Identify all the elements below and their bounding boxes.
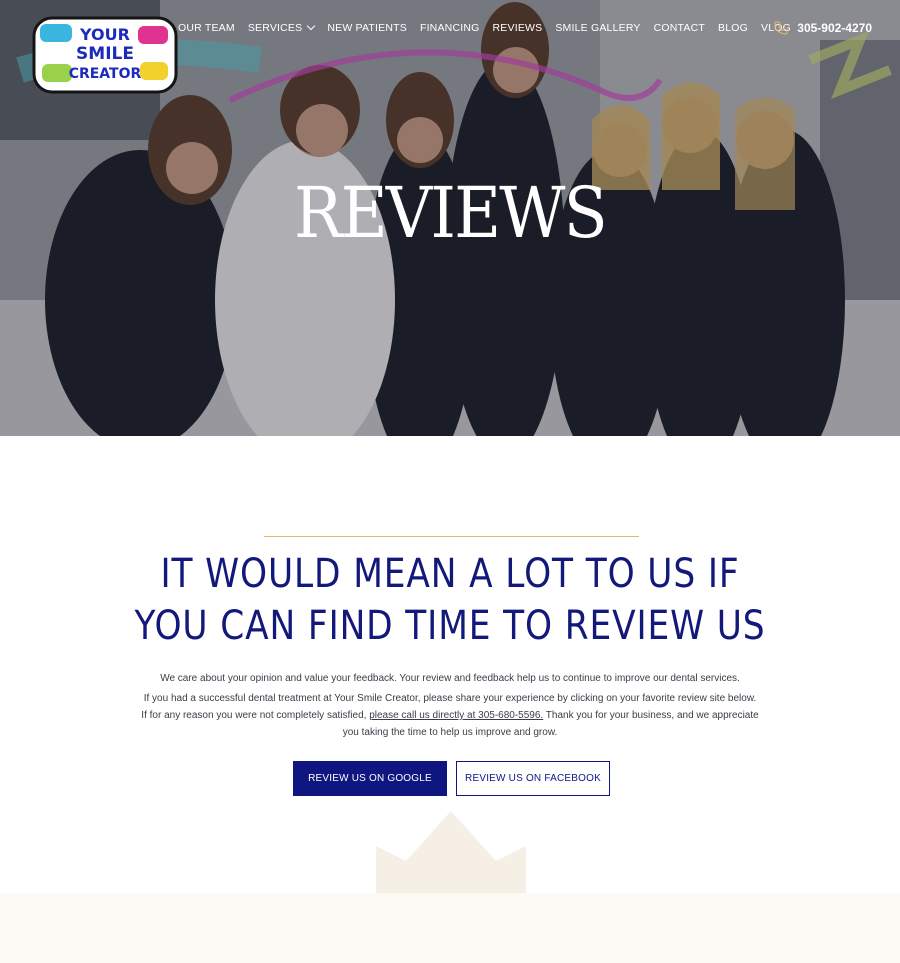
hero-section: YOUR SMILE CREATOR OUR TEAM SERVICES NEW…	[0, 0, 900, 436]
nav-new-patients[interactable]: NEW PATIENTS	[327, 22, 407, 34]
phone-number: 305-902-4270	[797, 21, 872, 35]
nav-smile-gallery[interactable]: SMILE GALLERY	[555, 22, 640, 34]
nav-reviews[interactable]: REVIEWS	[493, 22, 543, 34]
phone-link[interactable]: 305-902-4270	[773, 20, 872, 36]
nav-links: OUR TEAM SERVICES NEW PATIENTS FINANCING…	[178, 21, 804, 34]
phone-icon	[774, 21, 788, 35]
page-title: REVIEWS	[294, 172, 608, 254]
gold-divider	[264, 536, 639, 537]
call-us-link[interactable]: please call us directly at 305-680-5596.	[369, 710, 543, 721]
review-facebook-button[interactable]: REVIEW US ON FACEBOOK	[456, 761, 610, 796]
nav-our-team[interactable]: OUR TEAM	[178, 22, 235, 34]
review-instructions-text: If you had a successful dental treatment…	[140, 690, 760, 741]
nav-financing[interactable]: FINANCING	[420, 22, 480, 34]
feedback-intro-text: We care about your opinion and value you…	[160, 673, 740, 684]
headline-line-1: IT WOULD MEAN A LOT TO US IF	[160, 551, 740, 597]
tooth-watermark-icon	[376, 811, 526, 896]
chevron-down-icon	[307, 21, 316, 31]
nav-blog[interactable]: BLOG	[718, 22, 748, 34]
review-headline: IT WOULD MEAN A LOT TO US IF YOU CAN FIN…	[115, 548, 786, 652]
review-google-button[interactable]: REVIEW US ON GOOGLE	[293, 761, 447, 796]
main-navigation: OUR TEAM SERVICES NEW PATIENTS FINANCING…	[0, 0, 900, 60]
nav-services-label: SERVICES	[247, 22, 303, 34]
headline-line-2: YOU CAN FIND TIME TO REVIEW US	[134, 603, 766, 649]
svg-text:CREATOR: CREATOR	[69, 66, 142, 82]
nav-services[interactable]: SERVICES	[247, 21, 316, 34]
nav-contact[interactable]: CONTACT	[654, 22, 705, 34]
bottom-band	[0, 893, 900, 963]
